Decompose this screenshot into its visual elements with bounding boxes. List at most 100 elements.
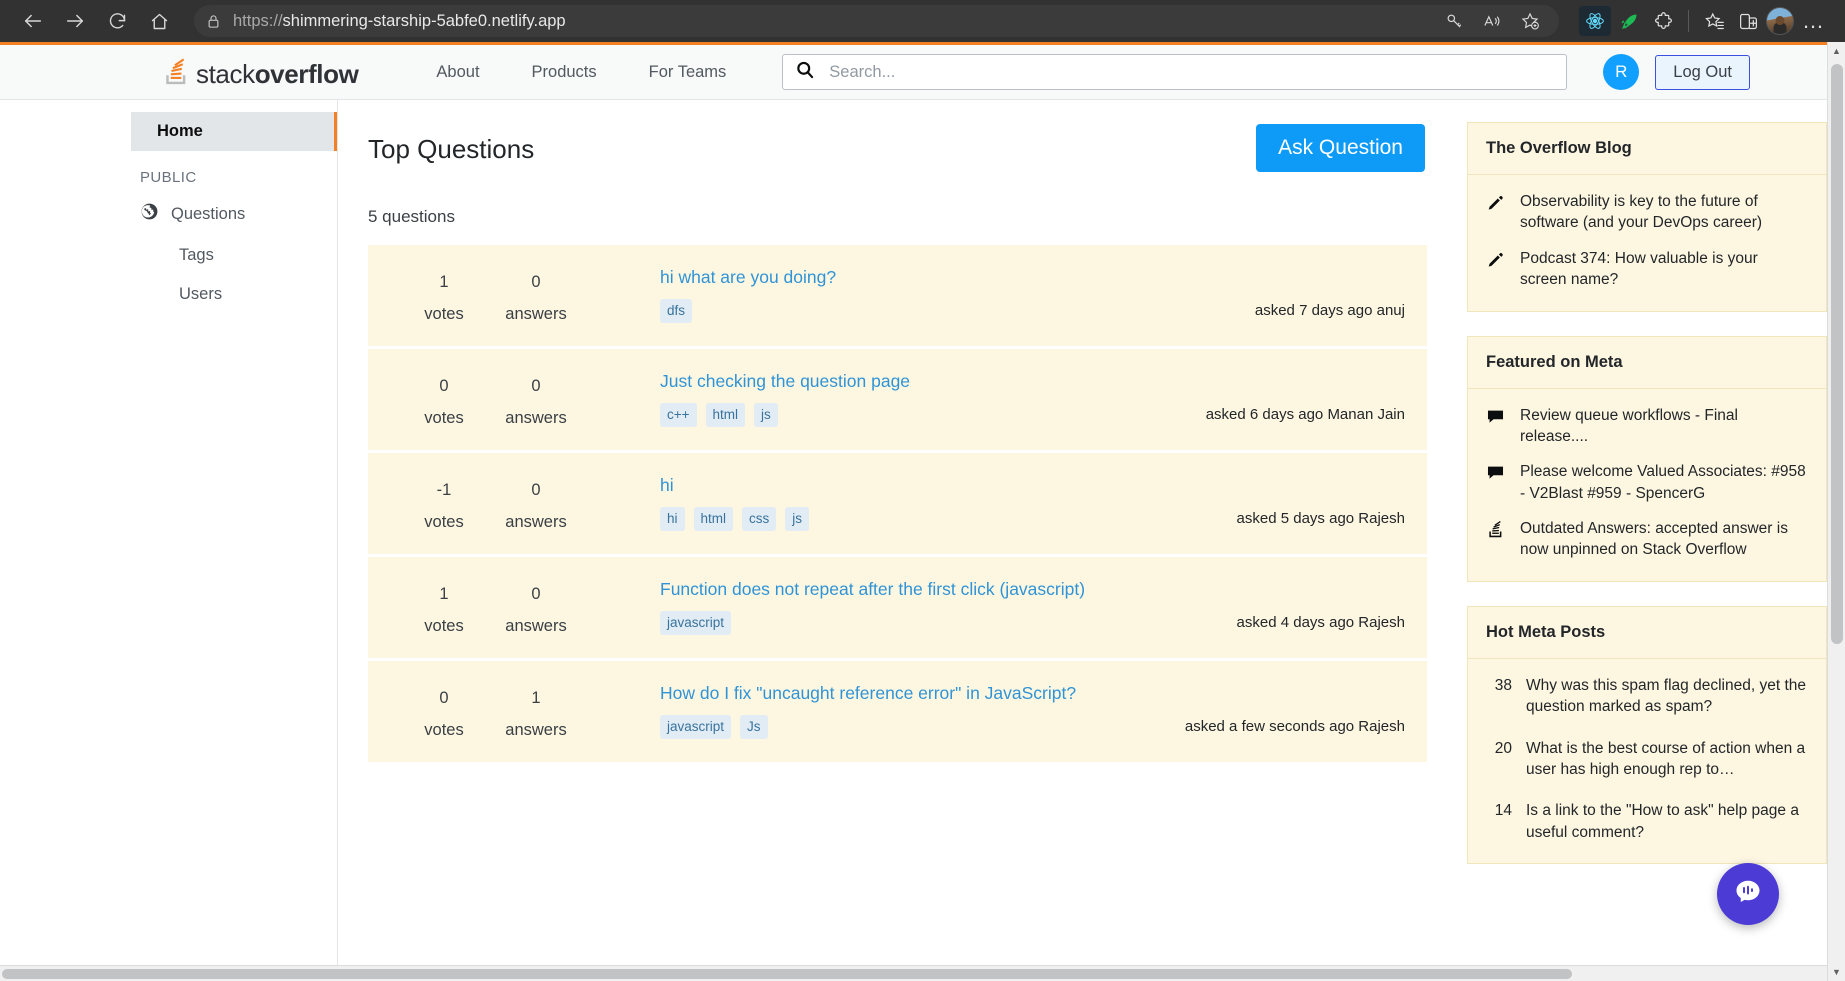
tag[interactable]: javascript xyxy=(660,715,732,739)
vertical-scrollbar[interactable]: ▲ ▼ xyxy=(1827,42,1845,981)
split-screen-icon[interactable] xyxy=(1732,6,1764,36)
nav-for-teams[interactable]: For Teams xyxy=(623,63,753,82)
list-item-text: Podcast 374: How valuable is your screen… xyxy=(1520,249,1758,289)
sidebar-item-questions[interactable]: Questions xyxy=(131,192,337,236)
list-item[interactable]: 14 Is a link to the "How to ask" help pa… xyxy=(1486,800,1808,843)
user-avatar[interactable]: R xyxy=(1603,54,1640,90)
extensions-puzzle-icon[interactable] xyxy=(1647,6,1679,36)
main-header: Top Questions Ask Question xyxy=(368,124,1449,172)
question-row[interactable]: 1 votes 0 answers Function does not repe… xyxy=(368,557,1427,658)
featured-on-meta-card: Featured on Meta Review queue workflows … xyxy=(1467,335,1827,582)
tag[interactable]: js xyxy=(754,403,778,427)
right-sidebar: The Overflow Blog Observability is key t… xyxy=(1449,100,1827,965)
question-tags: javascript Js xyxy=(660,715,768,739)
address-bar[interactable]: https://shimmering-starship-5abfe0.netli… xyxy=(194,5,1559,37)
question-tags: dfs xyxy=(660,299,693,323)
answers-label: answers xyxy=(505,721,567,739)
tag[interactable]: html xyxy=(693,507,734,531)
toolbar-divider xyxy=(1688,10,1689,32)
votes-stat: -1 votes xyxy=(398,475,490,532)
browser-profile-avatar[interactable] xyxy=(1766,7,1794,35)
answers-count: 0 xyxy=(531,273,541,291)
rocket-extension-icon[interactable] xyxy=(1613,6,1645,36)
sidebar-item-home[interactable]: Home xyxy=(131,112,337,151)
tag[interactable]: Js xyxy=(740,715,768,739)
logout-button[interactable]: Log Out xyxy=(1655,54,1751,90)
sidebar-item-users[interactable]: Users xyxy=(131,275,337,314)
list-item[interactable]: Podcast 374: How valuable is your screen… xyxy=(1486,248,1808,291)
speech-bubble-icon xyxy=(1486,461,1508,488)
speech-bubble-icon xyxy=(1486,405,1508,432)
tag[interactable]: c++ xyxy=(660,403,697,427)
nav-products[interactable]: Products xyxy=(506,63,623,82)
favorites-icon[interactable] xyxy=(1698,6,1730,36)
key-icon[interactable] xyxy=(1437,6,1471,36)
tag[interactable]: dfs xyxy=(660,299,693,323)
stackoverflow-logo[interactable]: stackoverflow xyxy=(163,57,359,87)
list-item[interactable]: Please welcome Valued Associates: #958 -… xyxy=(1486,461,1808,504)
reload-icon[interactable] xyxy=(98,4,136,38)
question-row[interactable]: 0 votes 1 answers How do I fix "uncaught… xyxy=(368,661,1427,762)
back-icon[interactable] xyxy=(14,4,52,38)
read-aloud-icon[interactable] xyxy=(1475,6,1509,36)
forward-icon[interactable] xyxy=(56,4,94,38)
browser-more-menu[interactable]: … xyxy=(1796,8,1831,34)
question-tags: hi html css js xyxy=(660,507,810,531)
question-count: 5 questions xyxy=(368,207,455,226)
tag[interactable]: html xyxy=(705,403,746,427)
pencil-icon xyxy=(1486,191,1508,218)
question-meta: dfs asked 7 days ago anuj xyxy=(660,299,1405,323)
list-item[interactable]: Observability is key to the future of so… xyxy=(1486,191,1808,234)
question-title-link[interactable]: hi xyxy=(660,475,674,496)
votes-stat: 0 votes xyxy=(398,371,490,428)
question-row[interactable]: -1 votes 0 answers hi hi html css js ask… xyxy=(368,453,1427,554)
list-item-text: Why was this spam flag declined, yet the… xyxy=(1526,676,1806,716)
home-icon[interactable] xyxy=(140,4,178,38)
horizontal-scrollbar-thumb[interactable] xyxy=(2,969,1572,979)
question-title-link[interactable]: hi what are you doing? xyxy=(660,267,836,288)
votes-count: 0 xyxy=(439,689,449,707)
vertical-scrollbar-thumb[interactable] xyxy=(1831,64,1843,644)
answers-label: answers xyxy=(505,617,567,635)
ask-question-button[interactable]: Ask Question xyxy=(1256,124,1425,172)
question-row[interactable]: 0 votes 0 answers Just checking the ques… xyxy=(368,349,1427,450)
scroll-down-arrow[interactable]: ▼ xyxy=(1828,963,1845,981)
chat-widget-button[interactable] xyxy=(1717,863,1779,925)
list-item[interactable]: 38 Why was this spam flag declined, yet … xyxy=(1486,675,1808,718)
browser-viewport: stackoverflow About Products For Teams R… xyxy=(0,42,1845,981)
list-item-text: Is a link to the "How to ask" help page … xyxy=(1526,802,1799,841)
question-title-link[interactable]: Just checking the question page xyxy=(660,371,910,392)
list-item-text: What is the best course of action when a… xyxy=(1526,739,1806,778)
votes-stat: 1 votes xyxy=(398,579,490,636)
question-row[interactable]: 1 votes 0 answers hi what are you doing?… xyxy=(368,245,1427,346)
answers-label: answers xyxy=(505,513,567,531)
question-title-link[interactable]: How do I fix "uncaught reference error" … xyxy=(660,683,1076,704)
stackoverflow-logo-icon xyxy=(163,57,189,87)
horizontal-scrollbar[interactable] xyxy=(0,965,1827,981)
nav-about[interactable]: About xyxy=(410,63,505,82)
pencil-icon xyxy=(1486,248,1508,275)
tag[interactable]: javascript xyxy=(660,611,732,635)
sidebar-section-public: PUBLIC xyxy=(140,169,197,186)
votes-count: -1 xyxy=(436,481,452,499)
scroll-up-arrow[interactable]: ▲ xyxy=(1828,42,1845,60)
question-meta: javascript Js asked a few seconds ago Ra… xyxy=(660,715,1405,739)
list-item-text: Review queue workflows - Final release..… xyxy=(1520,406,1738,445)
search-box[interactable] xyxy=(782,54,1568,90)
list-item[interactable]: Review queue workflows - Final release..… xyxy=(1486,405,1808,448)
add-favorite-icon[interactable] xyxy=(1513,6,1547,36)
search-input[interactable] xyxy=(829,62,1555,82)
list-item[interactable]: 20 What is the best course of action whe… xyxy=(1486,738,1808,781)
react-devtools-extension-icon[interactable] xyxy=(1579,6,1611,36)
tag[interactable]: hi xyxy=(660,507,685,531)
sidebar-item-tags[interactable]: Tags xyxy=(131,236,337,275)
answers-stat: 1 answers xyxy=(490,683,582,740)
question-title-link[interactable]: Function does not repeat after the first… xyxy=(660,579,1085,600)
card-heading: Featured on Meta xyxy=(1468,337,1826,389)
sidebar-item-label: Users xyxy=(179,285,223,303)
tag[interactable]: css xyxy=(742,507,777,531)
list-item[interactable]: Outdated Answers: accepted answer is now… xyxy=(1486,518,1808,561)
question-body: hi what are you doing? dfs asked 7 days … xyxy=(582,267,1405,324)
tag[interactable]: js xyxy=(785,507,810,531)
page-title: Top Questions xyxy=(368,134,535,164)
